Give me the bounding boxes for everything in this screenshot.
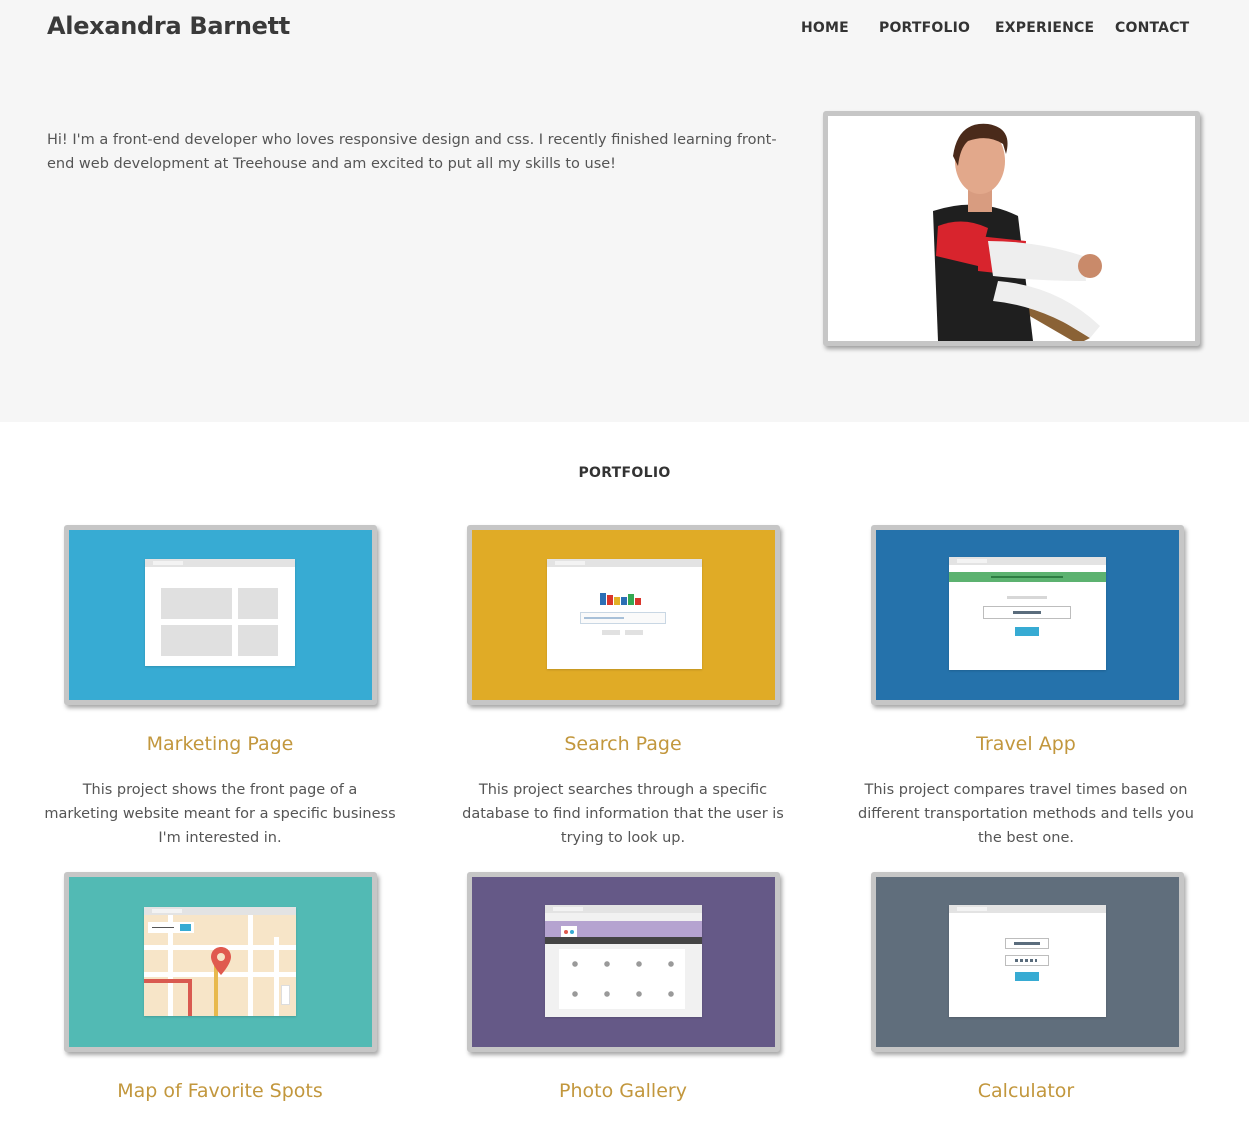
- nav-portfolio[interactable]: PORTFOLIO: [879, 20, 970, 36]
- browser-mockup: [949, 905, 1106, 1017]
- portfolio-heading: PORTFOLIO: [578, 465, 671, 481]
- browser-mockup: [145, 559, 295, 666]
- project-thumbnail-calculator[interactable]: [871, 872, 1184, 1052]
- project-title-gallery[interactable]: Photo Gallery: [453, 1080, 793, 1102]
- project-desc-marketing: This project shows the front page of a m…: [44, 782, 396, 846]
- project-title-search[interactable]: Search Page: [453, 733, 793, 755]
- project-thumbnail-map[interactable]: [64, 872, 377, 1052]
- browser-mockup: [949, 557, 1106, 670]
- map-pin-icon: [211, 947, 231, 975]
- intro-text: Hi! I'm a front-end developer who loves …: [47, 132, 777, 172]
- profile-photo: [823, 111, 1200, 346]
- browser-mockup: [545, 905, 702, 1017]
- project-thumbnail-marketing[interactable]: [64, 525, 377, 705]
- project-thumbnail-travel[interactable]: [871, 525, 1184, 705]
- profile-photo-illustration: [828, 116, 1195, 341]
- site-title[interactable]: Alexandra Barnett: [47, 12, 290, 40]
- project-title-map[interactable]: Map of Favorite Spots: [50, 1080, 390, 1102]
- nav-experience[interactable]: EXPERIENCE: [995, 20, 1094, 36]
- project-thumbnail-search[interactable]: [467, 525, 780, 705]
- project-desc-search: This project searches through a specific…: [462, 782, 784, 846]
- nav-home[interactable]: HOME: [801, 20, 849, 36]
- browser-mockup: [547, 559, 702, 669]
- hero-section: Alexandra Barnett HOME PORTFOLIO EXPERIE…: [0, 0, 1249, 422]
- project-title-travel[interactable]: Travel App: [856, 733, 1196, 755]
- nav-contact[interactable]: CONTACT: [1115, 20, 1189, 36]
- project-title-calculator[interactable]: Calculator: [856, 1080, 1196, 1102]
- project-desc-travel: This project compares travel times based…: [858, 782, 1194, 846]
- project-title-marketing[interactable]: Marketing Page: [50, 733, 390, 755]
- project-thumbnail-gallery[interactable]: [467, 872, 780, 1052]
